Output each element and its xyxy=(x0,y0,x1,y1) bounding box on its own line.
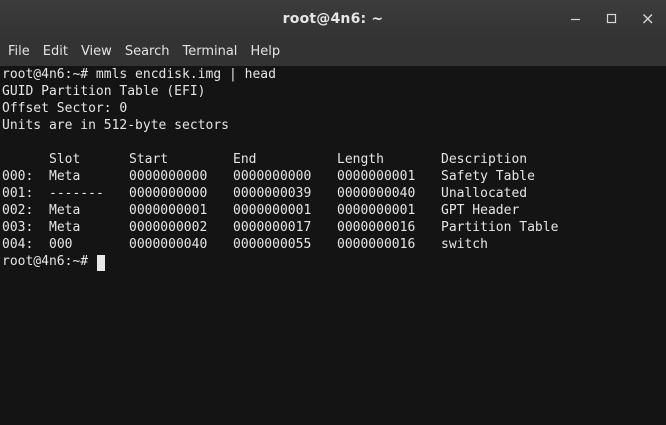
row-index: 003: xyxy=(2,220,34,235)
row-length: 0000000001 xyxy=(337,169,416,184)
info-line: Offset Sector: 0 xyxy=(2,101,128,116)
row-length: 0000000016 xyxy=(337,237,416,252)
maximize-button[interactable] xyxy=(594,0,630,38)
maximize-icon xyxy=(606,13,617,24)
row-slot: Meta xyxy=(49,169,81,184)
row-index: 000: xyxy=(2,169,34,184)
row-description: Unallocated xyxy=(441,186,528,201)
row-index: 001: xyxy=(2,186,34,201)
row-slot: 000 xyxy=(49,237,73,252)
menu-search[interactable]: Search xyxy=(119,38,177,66)
window-title: root@4n6: ~ xyxy=(282,11,384,27)
row-start: 0000000040 xyxy=(129,237,208,252)
row-description: Safety Table xyxy=(441,169,535,184)
menu-terminal[interactable]: Terminal xyxy=(176,38,244,66)
minimize-icon xyxy=(571,18,580,21)
menu-view[interactable]: View xyxy=(75,38,119,66)
row-length: 0000000016 xyxy=(337,220,416,235)
row-slot: Meta xyxy=(49,203,81,218)
header-start: Start xyxy=(129,152,169,167)
info-line: GUID Partition Table (EFI) xyxy=(2,84,206,99)
close-icon xyxy=(643,14,653,24)
row-start: 0000000000 xyxy=(129,169,208,184)
shell-prompt: root@4n6:~# xyxy=(2,254,89,269)
close-button[interactable] xyxy=(630,0,666,38)
menu-help[interactable]: Help xyxy=(244,38,287,66)
menu-file[interactable]: File xyxy=(2,38,37,66)
row-start: 0000000001 xyxy=(129,203,208,218)
row-index: 002: xyxy=(2,203,34,218)
row-description: GPT Header xyxy=(441,203,520,218)
header-end: End xyxy=(233,152,257,167)
terminal-window: root@4n6: ~ File Edit View Search Termin… xyxy=(0,0,666,425)
row-length: 0000000001 xyxy=(337,203,416,218)
row-description: switch xyxy=(441,237,488,252)
menu-edit[interactable]: Edit xyxy=(37,38,75,66)
row-end: 0000000001 xyxy=(233,203,312,218)
row-slot: Meta xyxy=(49,220,81,235)
row-length: 0000000040 xyxy=(337,186,416,201)
row-index: 004: xyxy=(2,237,34,252)
row-end: 0000000039 xyxy=(233,186,312,201)
row-start: 0000000000 xyxy=(129,186,208,201)
row-start: 0000000002 xyxy=(129,220,208,235)
row-end: 0000000017 xyxy=(233,220,312,235)
terminal-output[interactable]: root@4n6:~# mmls encdisk.img | head GUID… xyxy=(0,66,666,425)
title-bar[interactable]: root@4n6: ~ xyxy=(0,0,666,38)
menu-bar: File Edit View Search Terminal Help xyxy=(0,38,666,66)
row-description: Partition Table xyxy=(441,220,559,235)
row-slot: ------- xyxy=(49,186,104,201)
row-end: 0000000000 xyxy=(233,169,312,184)
header-length: Length xyxy=(337,152,384,167)
info-line: Units are in 512-byte sectors xyxy=(2,118,229,133)
minimize-button[interactable] xyxy=(558,0,594,38)
row-end: 0000000055 xyxy=(233,237,312,252)
header-description: Description xyxy=(441,152,528,167)
window-controls xyxy=(558,0,666,38)
text-cursor xyxy=(97,255,105,271)
command-line: root@4n6:~# mmls encdisk.img | head xyxy=(2,67,276,82)
header-slot: Slot xyxy=(49,152,81,167)
